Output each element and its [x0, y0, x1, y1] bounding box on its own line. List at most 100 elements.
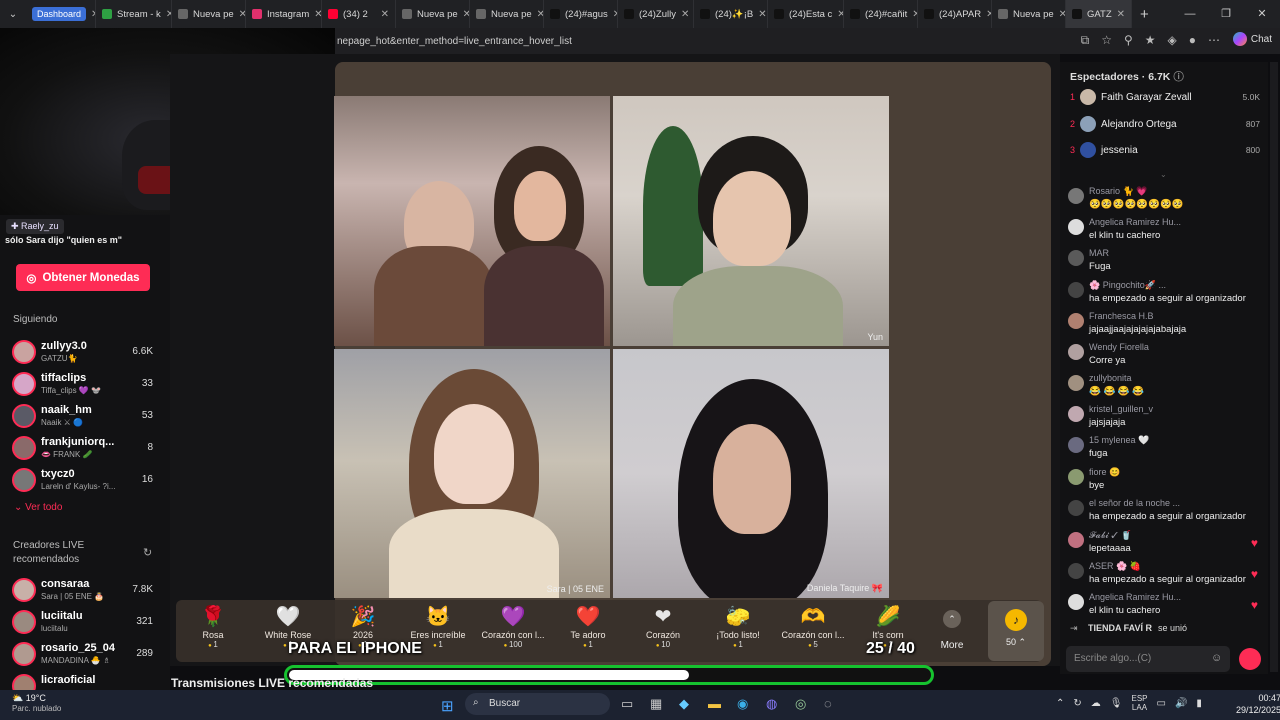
file-explorer-icon[interactable]: ▬ [708, 696, 721, 711]
tab-menu-icon[interactable]: ⌄ [0, 9, 26, 20]
chat-message[interactable]: Angelica Ramirez Hu... el klin tu cachero [1066, 217, 1266, 245]
creator-item[interactable]: consaraa Sara | 05 ENE 🎂 7.8K [12, 576, 157, 604]
battery-icon[interactable]: ▮ [1196, 698, 1202, 709]
gift-item[interactable]: 🧽 ¡Todo listo!1 [700, 604, 776, 660]
discord-icon[interactable]: ◍ [766, 696, 777, 712]
shield-icon[interactable]: ◈ [1168, 33, 1177, 48]
refresh-icon[interactable]: ↻ [143, 546, 152, 559]
browser-tab[interactable]: Nueva pe ✕ [172, 0, 246, 28]
close-tab-icon[interactable]: ✕ [837, 9, 843, 20]
get-coins-button[interactable]: ◎ Obtener Monedas [16, 264, 150, 291]
browser-tab[interactable]: (24)Zully ✕ [618, 0, 694, 28]
following-item[interactable]: zullyy3.0 GATZU🐈 6.6K [12, 338, 157, 366]
task-view-icon[interactable]: ▭ [621, 696, 633, 712]
chat-message[interactable]: el señor de la noche ... ha empezado a se… [1066, 498, 1266, 526]
copilot-app-icon[interactable]: ◆ [679, 696, 689, 712]
more-gifts-button[interactable]: ⌃ More [930, 604, 974, 660]
guest-tile-4[interactable]: Daniela Taquire 🎀 [613, 349, 889, 598]
close-tab-icon[interactable]: ✕ [314, 9, 321, 20]
info-icon[interactable]: ⓘ [1173, 71, 1184, 83]
collapse-icon[interactable]: ⌄ [1160, 170, 1167, 179]
chat-message[interactable]: 🌸 Pingochito🚀 ... ha empezado a seguir al… [1066, 280, 1266, 308]
gift-item[interactable]: ❤ Corazón10 [625, 604, 701, 660]
top-viewer[interactable]: 3 jessenia 800 [1068, 141, 1264, 161]
close-tab-icon[interactable]: ✕ [681, 9, 689, 20]
volume-icon[interactable]: 🔊 [1175, 698, 1187, 709]
favorite-star-icon[interactable]: ☆ [1101, 33, 1112, 48]
browser-tab[interactable]: (24)#cañit✕ [844, 0, 918, 28]
chat-message[interactable]: Angelica Ramirez Hu... el klin tu cachero… [1066, 592, 1266, 620]
close-tab-icon[interactable]: ✕ [537, 9, 543, 20]
guest-tile-1[interactable] [334, 96, 610, 346]
chat-message[interactable]: kristel_guillen_v jajsjajaja [1066, 404, 1266, 432]
browser-tab[interactable]: (24)#agus✕ [544, 0, 618, 28]
more-menu-icon[interactable]: ⋯ [1208, 33, 1220, 48]
guest-tile-2[interactable]: Yun [613, 96, 889, 346]
gift-item[interactable]: 🫶 Corazón con l...5 [775, 604, 851, 660]
browser-tab[interactable]: (24)APAR✕ [918, 0, 992, 28]
browser-tab[interactable]: (24)Esta c ✕ [768, 0, 844, 28]
chat-message[interactable]: 15 mylenea 🤍 fuga [1066, 435, 1266, 463]
close-tab-icon[interactable]: ✕ [758, 9, 766, 20]
creator-item[interactable]: luciitalu luciitalu 321 [12, 608, 157, 636]
browser-tab[interactable]: Instagram ✕ [246, 0, 322, 28]
browser-tab[interactable]: Dashboard✕ [26, 0, 96, 28]
new-tab-button[interactable]: + [1140, 6, 1149, 23]
following-item[interactable]: frankjuniorq... 👄 FRANK 🥒 8 [12, 434, 157, 462]
chat-message[interactable]: fiore 😊 bye [1066, 467, 1266, 495]
language-indicator[interactable]: ESP LAA [1131, 694, 1147, 712]
top-viewer[interactable]: 1 Faith Garayar Zevall 5.0K [1068, 88, 1264, 108]
chat-message[interactable]: MAR Fuga [1066, 248, 1266, 276]
obs-icon[interactable]: ◌ [824, 696, 832, 711]
browser-tab[interactable]: (24)✨¡B ✕ [694, 0, 768, 28]
chat-scrollbar[interactable] [1270, 62, 1278, 672]
clock[interactable]: 00:47 29/12/2025 [1236, 692, 1280, 716]
address-bar[interactable]: nepage_hot&enter_method=live_entrance_ho… [335, 28, 1280, 54]
emoji-icon[interactable]: ☺ [1211, 652, 1222, 664]
coin-balance[interactable]: ♪ 50 ⌃ [988, 601, 1044, 661]
chat-message[interactable]: ASER 🌸 🍓 ha empezado a seguir al organiza… [1066, 561, 1266, 589]
creator-item[interactable]: rosario_25_04 MANDADINA 🐣 ♗ 289 [12, 640, 157, 668]
taskbar-search[interactable]: ⌕ Buscar [465, 693, 610, 715]
edge-icon[interactable]: ◉ [737, 696, 748, 712]
windows-start-icon[interactable]: ⊞ [441, 697, 454, 715]
close-tab-icon[interactable]: ✕ [463, 9, 469, 20]
chat-message[interactable]: Rosario 🐈 💗 🥺🥺🥺🥺🥺🥺🥺🥺 [1066, 186, 1266, 214]
gift-item[interactable]: ❤️ Te adoro1 [550, 604, 626, 660]
following-item[interactable]: txycz0 Lareln d' Kaylus- ?i... 16 [12, 466, 157, 494]
open-in-app-icon[interactable]: ⧉ [1081, 33, 1090, 48]
weather-widget[interactable]: ⛅ 19°C Parc. nublado [12, 693, 61, 713]
onedrive-icon[interactable]: ☁ [1091, 698, 1101, 709]
profile-avatar[interactable]: ● [1189, 33, 1196, 48]
favorites-icon[interactable]: ★ [1145, 33, 1156, 48]
following-item[interactable]: tiffaclips Tiffa_clips 💜 🐭 33 [12, 370, 157, 398]
gift-item[interactable]: 💜 Corazón con l...100 [475, 604, 551, 660]
chat-message[interactable]: Wendy Fiorella Corre ya [1066, 342, 1266, 370]
chat-message[interactable]: 𝓕𝓪𝓫𝓲 ✓ 🥤 lepetaaaa ♥ [1066, 530, 1266, 558]
send-gift-button[interactable] [1239, 648, 1261, 670]
guest-tile-3[interactable]: Sara | 05 ENE [334, 349, 610, 598]
close-window-icon[interactable]: ✕ [1244, 0, 1280, 28]
copilot-chat-button[interactable]: Chat [1232, 32, 1272, 46]
close-tab-icon[interactable]: ✕ [1117, 9, 1125, 20]
close-tab-icon[interactable]: ✕ [381, 9, 389, 20]
monitor-icon[interactable]: ▭ [1157, 698, 1166, 709]
minimize-icon[interactable]: — [1172, 0, 1208, 28]
top-viewer[interactable]: 2 Alejandro Ortega 807 [1068, 115, 1264, 135]
chat-input[interactable]: Escribe algo...(C) [1066, 646, 1230, 672]
mic-icon[interactable]: 🎙 [1110, 698, 1123, 709]
chevron-up-icon[interactable]: ⌃ [1056, 698, 1064, 709]
sync-icon[interactable]: ↻ [1073, 698, 1081, 709]
chat-message[interactable]: Franchesca H.B jajaajjaajajajajajabajaja [1066, 311, 1266, 339]
browser-tab[interactable]: GATZ ✕ [1066, 0, 1132, 28]
xbox-icon[interactable]: ◎ [795, 696, 806, 712]
browser-tab[interactable]: Stream - k✕ [96, 0, 172, 28]
store-icon[interactable]: ▦ [650, 696, 662, 712]
chat-message[interactable]: zullybonita 😂 😂 😂 😂 [1066, 373, 1266, 401]
browser-tab[interactable]: Nueva pe ✕ [470, 0, 544, 28]
browser-tab[interactable]: (34) 2 ✕ [322, 0, 396, 28]
close-tab-icon[interactable]: ✕ [239, 9, 245, 20]
gift-item[interactable]: 🌹 Rosa1 [175, 604, 251, 660]
see-all-link[interactable]: ⌄ Ver todo [14, 502, 62, 513]
close-tab-icon[interactable]: ✕ [1059, 9, 1065, 20]
